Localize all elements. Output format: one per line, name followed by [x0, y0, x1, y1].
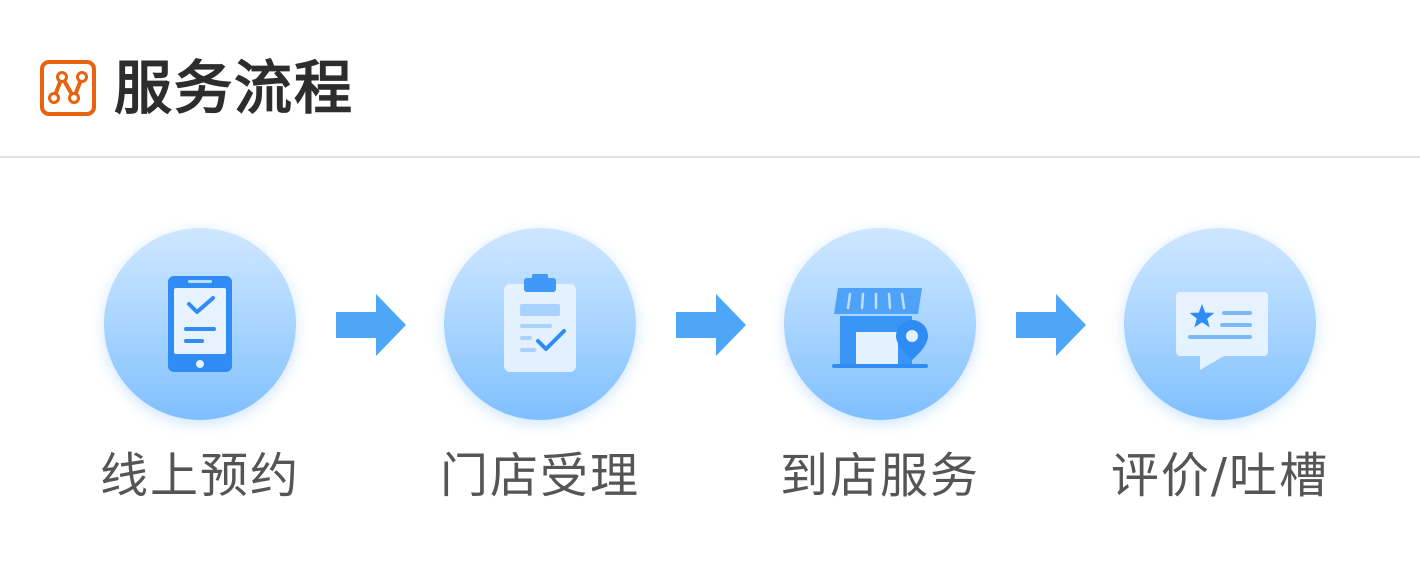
step-label: 到店服务 [779, 448, 980, 504]
step-circle [444, 228, 636, 420]
section-header: 服务流程 [0, 0, 1420, 158]
step-circle [1124, 228, 1316, 420]
step-label: 门店受理 [439, 448, 640, 504]
step-circle [784, 228, 976, 420]
step-in-store-service: 到店服务 [700, 228, 1060, 528]
step-online-booking: 线上预约 [20, 228, 380, 528]
route-icon [40, 60, 96, 116]
step-store-acceptance: 门店受理 [360, 228, 720, 528]
page-title: 服务流程 [114, 54, 355, 122]
review-chat-icon [1176, 292, 1268, 370]
step-label: 线上预约 [99, 448, 300, 504]
step-review: 评价/吐槽 [1040, 228, 1400, 528]
step-circle [104, 228, 296, 420]
store-location-icon [832, 288, 928, 368]
process-steps: 线上预约 门店受理 到店服务 评价/吐槽 [0, 158, 1420, 570]
phone-check-icon [168, 276, 232, 372]
clipboard-check-icon [504, 274, 576, 372]
step-label: 评价/吐槽 [1110, 448, 1330, 504]
